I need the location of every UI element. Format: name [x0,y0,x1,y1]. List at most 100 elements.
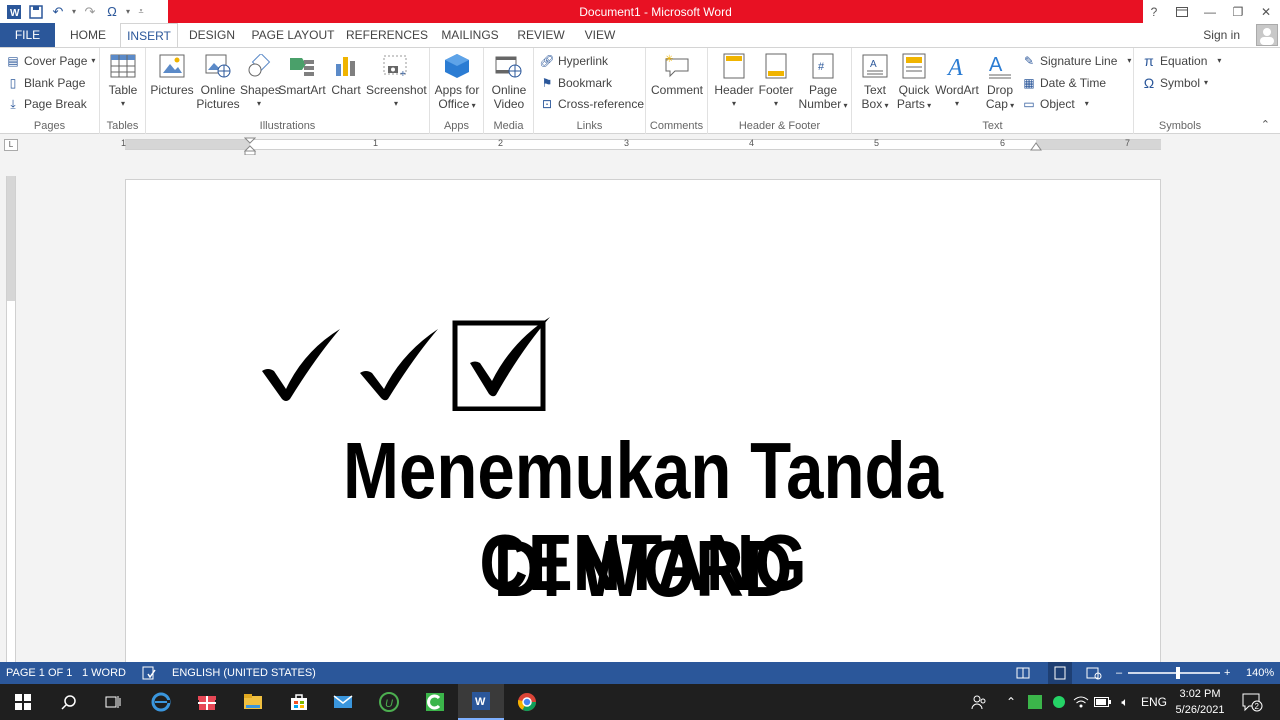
minimize-button[interactable]: — [1196,0,1224,23]
pictures-button[interactable]: Pictures [150,52,194,97]
right-indent-marker-icon[interactable] [1030,142,1042,152]
hyperlink-button[interactable]: 🔗︎ Hyperlink [539,51,608,71]
blank-page-button[interactable]: ▯ Blank Page [6,73,86,93]
table-button[interactable]: Table ▾ [104,52,142,111]
proofing-icon[interactable] [142,662,156,684]
tab-view[interactable]: VIEW [578,23,622,47]
apps-for-office-button[interactable]: Apps for Office ▾ [432,52,482,113]
horizontal-ruler[interactable]: 1 1 2 3 4 5 6 7 [121,137,1161,155]
window-title: Document1 - Microsoft Word [168,0,1143,23]
web-layout-icon[interactable] [1086,662,1102,684]
input-language-indicator[interactable]: ENG [1138,684,1170,720]
undo-icon[interactable]: ↶ [48,2,68,22]
battery-icon[interactable] [1092,684,1114,720]
cross-reference-label: Cross-reference [558,97,645,111]
camtasia-tray-icon[interactable] [1024,684,1046,720]
collapse-ribbon-icon[interactable]: ⌃ [1261,118,1270,131]
cover-page-icon: ▤ [7,54,19,68]
zoom-slider-thumb[interactable] [1176,667,1180,679]
volume-icon[interactable]: 🔈︎ [1114,684,1136,720]
sign-in-link[interactable]: Sign in [1203,23,1240,47]
cross-reference-button[interactable]: ⊡ Cross-reference [540,94,644,114]
whatsapp-icon[interactable] [1048,684,1070,720]
chrome-icon[interactable] [504,684,550,720]
zoom-level[interactable]: 140% [1246,662,1274,684]
wordart-button[interactable]: A WordArt ▾ [934,52,980,111]
omega-dropdown-icon[interactable]: ▾ [124,2,132,22]
task-view-icon[interactable] [90,684,136,720]
customize-qat-icon[interactable]: ⩡ [134,2,148,22]
chevron-up-icon[interactable]: ⌃ [1000,684,1022,720]
tab-page-layout[interactable]: PAGE LAYOUT [248,23,338,47]
file-explorer-icon[interactable] [230,684,276,720]
language-status[interactable]: ENGLISH (UNITED STATES) [172,662,316,684]
word-taskbar-icon[interactable]: W [458,684,504,720]
mail-icon[interactable] [320,684,366,720]
page-break-button[interactable]: ⤓ Page Break [6,94,86,114]
people-icon[interactable] [968,684,990,720]
word-app-icon[interactable]: W [4,2,24,22]
word-count-status[interactable]: 1 WORD [82,662,126,684]
quick-parts-button[interactable]: Quick Parts ▾ [894,52,934,113]
tab-selector[interactable]: L [4,139,18,151]
comment-button[interactable]: ✳ Comment [650,52,704,97]
drop-cap-button[interactable]: A Drop Cap ▾ [980,52,1020,113]
document-page[interactable]: Menemukan Tanda CENTANG DI WORD [125,179,1161,662]
zoom-slider[interactable] [1128,672,1220,674]
smartart-button[interactable]: SmartArt [278,52,326,97]
online-video-button[interactable]: Online Video [488,52,530,111]
screenshot-button[interactable]: + Screenshot ▾ [366,52,427,111]
ribbon-display-options-icon[interactable] [1168,0,1196,23]
notifications-icon[interactable]: 2 [1236,684,1268,720]
tab-references[interactable]: REFERENCES [346,23,428,47]
zoom-out-button[interactable]: – [1116,662,1122,684]
tab-insert[interactable]: INSERT [120,23,178,48]
network-icon[interactable] [1070,684,1092,720]
apps-for-office-label-1: Apps for [434,83,480,97]
save-icon[interactable] [26,2,46,22]
redo-icon[interactable]: ↷ [80,2,100,22]
undo-dropdown-icon[interactable]: ▾ [70,2,78,22]
object-button[interactable]: ▭ Object ▾ [1022,94,1088,114]
tab-home[interactable]: HOME [60,23,116,47]
tab-review[interactable]: REVIEW [512,23,570,47]
ruler-tick: 6 [1000,138,1006,148]
edge-browser-icon[interactable] [138,684,184,720]
omega-icon: Ω [1143,75,1155,91]
tab-design[interactable]: DESIGN [182,23,242,47]
read-mode-icon[interactable] [1016,662,1030,684]
symbol-button[interactable]: Ω Symbol ▾ [1142,73,1208,93]
close-button[interactable]: ✕ [1252,0,1280,23]
page-number-button[interactable]: # Page Number ▾ [796,52,850,113]
bookmark-button[interactable]: ⚑ Bookmark [540,73,612,93]
page-count-status[interactable]: PAGE 1 OF 1 [6,662,72,684]
footer-button[interactable]: Footer ▾ [756,52,796,111]
help-button[interactable]: ? [1140,0,1168,23]
date-time-button[interactable]: ▦ Date & Time [1022,73,1106,93]
gift-app-icon[interactable] [184,684,230,720]
restore-button[interactable]: ❐ [1224,0,1252,23]
symbol-omega-icon[interactable]: Ω [102,2,122,22]
online-pictures-button[interactable]: Online Pictures [196,52,240,111]
upwork-app-icon[interactable]: U [366,684,412,720]
tab-file[interactable]: FILE [0,23,55,47]
chart-button[interactable]: Chart [328,52,364,97]
equation-button[interactable]: π Equation ▾ [1142,51,1221,71]
indent-marker-icon[interactable] [244,137,256,155]
signature-line-button[interactable]: ✎ Signature Line ▾ [1022,51,1131,71]
shapes-button[interactable]: Shapes ▾ [240,52,281,111]
search-icon[interactable] [46,684,92,720]
print-layout-icon[interactable] [1048,662,1072,684]
online-pictures-label-1: Online [200,83,236,97]
header-button[interactable]: Header ▾ [712,52,756,111]
avatar[interactable] [1256,24,1278,46]
windows-start-icon[interactable] [0,684,46,720]
store-icon[interactable] [276,684,322,720]
clock[interactable]: 3:02 PM 5/26/2021 [1170,686,1230,718]
tab-mailings[interactable]: MAILINGS [436,23,504,47]
camtasia-icon[interactable] [412,684,458,720]
zoom-in-button[interactable]: + [1224,662,1230,684]
vertical-ruler[interactable] [6,176,16,662]
text-box-button[interactable]: A Text Box ▾ [856,52,894,113]
cover-page-button[interactable]: ▤ Cover Page ▾ [6,51,95,71]
